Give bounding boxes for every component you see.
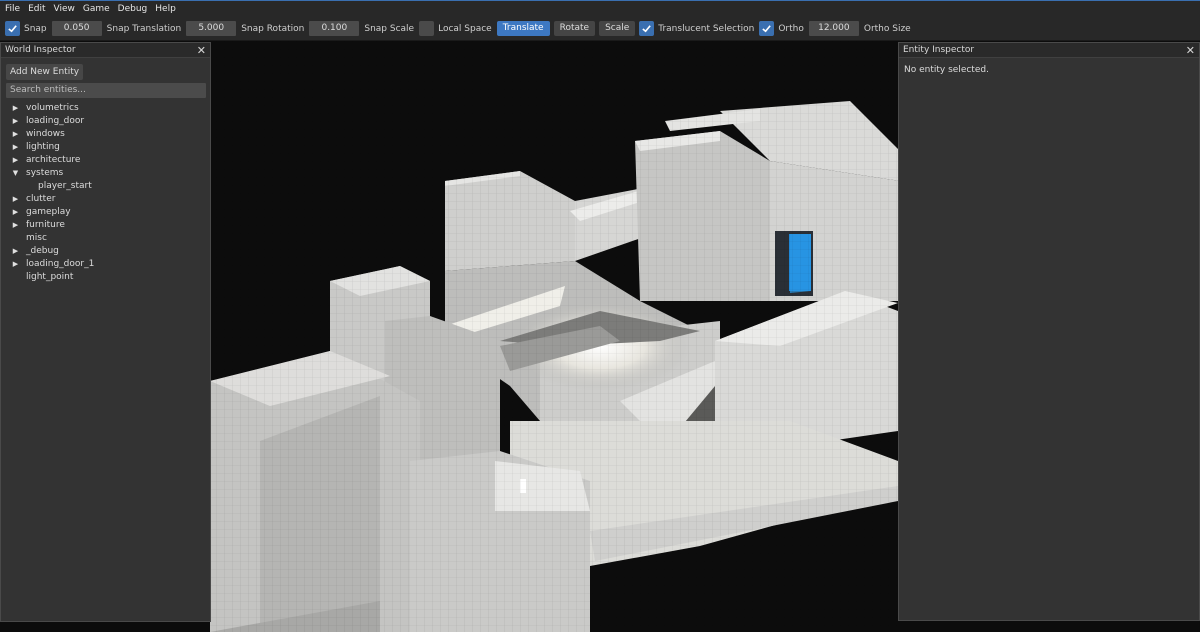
tree-item-clutter[interactable]: ▶ clutter xyxy=(1,192,210,205)
tree-item-light-point[interactable]: light_point xyxy=(1,270,210,283)
menu-bar: File Edit View Game Debug Help xyxy=(0,0,1200,17)
tree-item-windows[interactable]: ▶ windows xyxy=(1,127,210,140)
tree-item-label: lighting xyxy=(26,141,60,152)
tree-item-label: furniture xyxy=(26,219,65,230)
caret-right-icon[interactable]: ▶ xyxy=(11,221,20,229)
close-icon[interactable]: ✕ xyxy=(1186,45,1195,56)
tree-item-label: light_point xyxy=(26,271,74,282)
tree-item-misc[interactable]: misc xyxy=(1,231,210,244)
menu-view[interactable]: View xyxy=(54,4,75,14)
world-inspector-header: World Inspector ✕ xyxy=(1,43,210,58)
translucent-selection-checkbox[interactable] xyxy=(639,21,655,36)
tree-item-label: loading_door xyxy=(26,115,85,126)
menu-game[interactable]: Game xyxy=(83,4,110,14)
caret-right-icon[interactable]: ▶ xyxy=(11,156,20,164)
ortho-size-label: Ortho Size xyxy=(863,23,911,34)
tree-item-label: windows xyxy=(26,128,65,139)
tree-item-label: misc xyxy=(26,232,47,243)
entity-tree: ▶ volumetrics ▶ loading_door ▶ windows ▶ lighti… xyxy=(1,101,210,283)
entity-inspector-header: Entity Inspector ✕ xyxy=(899,43,1199,58)
tree-item-systems[interactable]: ▼ systems xyxy=(1,166,210,179)
caret-right-icon[interactable]: ▶ xyxy=(11,143,20,151)
checkmark-icon xyxy=(642,25,652,33)
menu-edit[interactable]: Edit xyxy=(28,4,45,14)
local-space-checkbox[interactable] xyxy=(419,21,435,36)
ortho-checkbox[interactable] xyxy=(759,21,775,36)
search-entities-input[interactable]: Search entities... xyxy=(6,83,206,98)
tree-item-loading-door[interactable]: ▶ loading_door xyxy=(1,114,210,127)
tree-item-label: gameplay xyxy=(26,206,71,217)
tree-item-player-start[interactable]: player_start xyxy=(1,179,210,192)
menu-help[interactable]: Help xyxy=(155,4,176,14)
tree-item-lighting[interactable]: ▶ lighting xyxy=(1,140,210,153)
tree-item-label: architecture xyxy=(26,154,81,165)
scale-button[interactable]: Scale xyxy=(599,21,636,36)
menu-debug[interactable]: Debug xyxy=(118,4,148,14)
tree-item-label: volumetrics xyxy=(26,102,79,113)
checkmark-icon xyxy=(8,25,17,33)
caret-right-icon[interactable]: ▶ xyxy=(11,117,20,125)
rotate-button[interactable]: Rotate xyxy=(553,21,596,36)
entity-inspector-title: Entity Inspector xyxy=(903,45,975,55)
tree-item-label: systems xyxy=(26,167,64,178)
snap-value-input[interactable]: 0.050 xyxy=(51,21,102,36)
caret-right-icon[interactable]: ▶ xyxy=(11,247,20,255)
tree-item-architecture[interactable]: ▶ architecture xyxy=(1,153,210,166)
world-inspector-title: World Inspector xyxy=(5,45,76,55)
tree-item-label: loading_door_1 xyxy=(26,258,95,269)
caret-right-icon[interactable]: ▶ xyxy=(11,104,20,112)
tree-item-loading-door-1[interactable]: ▶ loading_door_1 xyxy=(1,257,210,270)
snap-label: Snap xyxy=(24,23,47,34)
checkmark-icon xyxy=(762,25,772,33)
caret-right-icon[interactable]: ▶ xyxy=(11,130,20,138)
local-space-label: Local Space xyxy=(438,23,492,34)
snap-translation-input[interactable]: 5.000 xyxy=(186,21,237,36)
ortho-label: Ortho xyxy=(778,23,804,34)
tree-item-gameplay[interactable]: ▶ gameplay xyxy=(1,205,210,218)
tree-item-label: clutter xyxy=(26,193,56,204)
tree-item-volumetrics[interactable]: ▶ volumetrics xyxy=(1,101,210,114)
tree-item-label: player_start xyxy=(38,180,92,191)
tree-item-label: _debug xyxy=(26,245,59,256)
tree-item-debug[interactable]: ▶ _debug xyxy=(1,244,210,257)
translucent-selection-label: Translucent Selection xyxy=(658,23,755,34)
caret-right-icon[interactable]: ▶ xyxy=(11,208,20,216)
caret-down-icon[interactable]: ▼ xyxy=(11,169,20,177)
caret-right-icon[interactable]: ▶ xyxy=(11,260,20,268)
translate-button[interactable]: Translate xyxy=(496,21,550,36)
snap-scale-label: Snap Scale xyxy=(364,23,415,34)
editor-window: File Edit View Game Debug Help Snap 0.05… xyxy=(0,0,1200,632)
snap-translation-label: Snap Translation xyxy=(106,23,182,34)
snap-rotation-input[interactable]: 0.100 xyxy=(309,21,360,36)
world-inspector-panel: World Inspector ✕ Add New Entity Search … xyxy=(0,42,211,622)
tree-item-furniture[interactable]: ▶ furniture xyxy=(1,218,210,231)
entity-inspector-panel: Entity Inspector ✕ No entity selected. xyxy=(898,42,1200,621)
close-icon[interactable]: ✕ xyxy=(197,45,206,56)
no-selection-text: No entity selected. xyxy=(904,65,989,75)
ortho-size-input[interactable]: 12.000 xyxy=(808,21,859,36)
snap-checkbox[interactable] xyxy=(5,21,20,36)
add-new-entity-button[interactable]: Add New Entity xyxy=(6,64,84,80)
snap-rotation-label: Snap Rotation xyxy=(241,23,305,34)
menu-file[interactable]: File xyxy=(5,4,20,14)
toolbar: Snap 0.050 Snap Translation 5.000 Snap R… xyxy=(0,17,1200,41)
caret-right-icon[interactable]: ▶ xyxy=(11,195,20,203)
